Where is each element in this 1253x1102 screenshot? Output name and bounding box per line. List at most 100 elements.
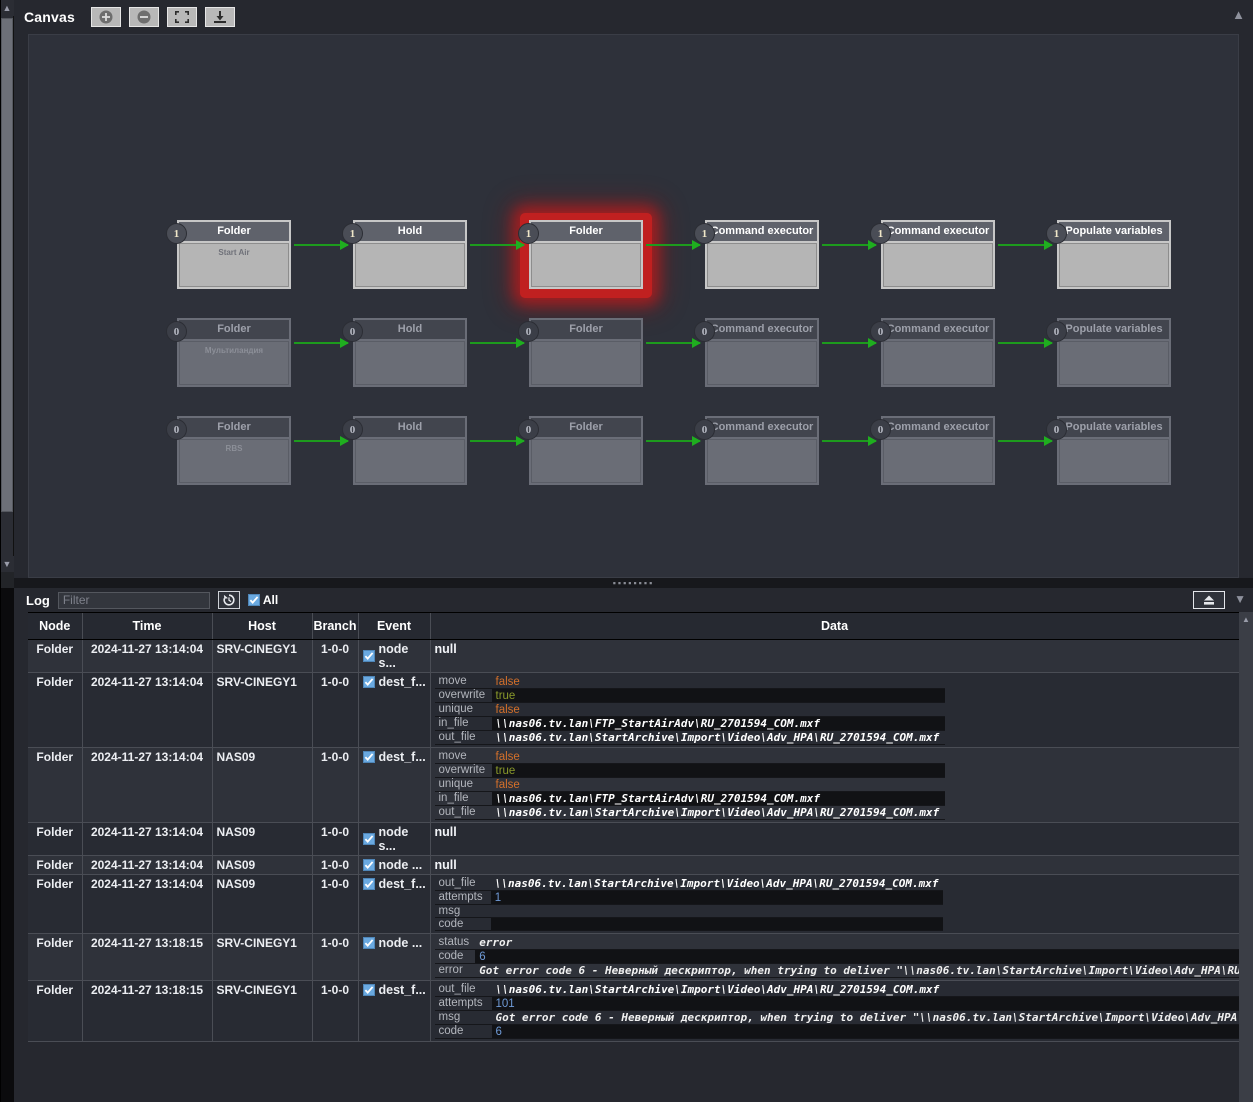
checkbox-checked-icon[interactable] — [247, 594, 260, 606]
canvas-node[interactable]: 0 Folder — [518, 416, 643, 485]
canvas-vertical-scrollbar[interactable]: ▲ ▼ — [0, 0, 14, 590]
checkbox-checked-icon[interactable] — [362, 983, 375, 996]
node-box[interactable]: Command executor — [705, 416, 819, 485]
table-row[interactable]: Folder 2024-11-27 13:14:04 NAS09 1-0-0 node … — [28, 855, 1240, 875]
cell-event[interactable]: node ... — [358, 855, 431, 875]
canvas-node[interactable]: 1 Command executor — [870, 220, 995, 289]
node-box[interactable]: Folder Start Air — [177, 220, 291, 289]
node-body[interactable] — [707, 243, 817, 287]
node-body[interactable]: RBS — [179, 439, 289, 483]
checkbox-checked-icon[interactable] — [362, 649, 375, 662]
node-body[interactable]: Start Air — [179, 243, 289, 287]
canvas-node[interactable]: 0 Command executor — [870, 318, 995, 387]
node-body[interactable] — [355, 341, 465, 385]
table-row[interactable]: Folder 2024-11-27 13:14:04 SRV-CINEGY1 1-0-… — [28, 639, 1240, 673]
node-body[interactable] — [531, 439, 641, 483]
cell-event[interactable]: dest_f... — [358, 747, 431, 823]
column-header-data[interactable]: Data — [430, 613, 1240, 640]
canvas-node[interactable]: 0 Folder RBS — [166, 416, 291, 485]
canvas-node[interactable]: 0 Populate variables — [1046, 318, 1171, 387]
cell-event[interactable]: node s... — [358, 639, 431, 673]
cell-event[interactable]: node ... — [358, 933, 431, 981]
canvas-node[interactable]: 0 Command executor — [694, 318, 819, 387]
canvas-node[interactable]: 0 Folder — [518, 318, 643, 387]
cell-data[interactable]: move false overwrite true unique false in_file… — [430, 672, 1240, 748]
table-row[interactable]: Folder 2024-11-27 13:14:04 NAS09 1-0-0 dest_… — [28, 747, 1240, 823]
cell-event[interactable]: dest_f... — [358, 980, 431, 1042]
canvas-node[interactable]: 0 Folder Мультиландия — [166, 318, 291, 387]
cell-data[interactable]: move false overwrite true unique false in_file… — [430, 747, 1240, 823]
node-box[interactable]: Populate variables — [1057, 220, 1171, 289]
cell-event[interactable]: dest_f... — [358, 672, 431, 748]
node-body[interactable] — [1059, 341, 1169, 385]
download-icon[interactable] — [205, 7, 236, 27]
canvas-node[interactable]: 0 Hold — [342, 318, 467, 387]
node-box[interactable]: Command executor — [881, 220, 995, 289]
column-header-event[interactable]: Event — [358, 613, 431, 640]
node-box[interactable]: Populate variables — [1057, 318, 1171, 387]
canvas-node[interactable]: 0 Command executor — [694, 416, 819, 485]
table-row[interactable]: Folder 2024-11-27 13:14:04 SRV-CINEGY1 1-0-… — [28, 672, 1240, 748]
canvas-node-selected[interactable]: 1 Folder — [518, 213, 652, 298]
node-body[interactable] — [355, 243, 465, 287]
fit-to-screen-icon[interactable] — [167, 7, 198, 27]
log-vertical-scrollbar[interactable]: ▲ — [1239, 612, 1253, 1102]
canvas-node[interactable]: 0 Populate variables — [1046, 416, 1171, 485]
cell-event[interactable]: node s... — [358, 822, 431, 856]
node-box[interactable]: Hold — [353, 416, 467, 485]
checkbox-checked-icon[interactable] — [362, 750, 375, 763]
table-row[interactable]: Folder 2024-11-27 13:18:15 SRV-CINEGY1 1-0-… — [28, 933, 1253, 981]
log-collapse-icon[interactable]: ▼ — [1234, 593, 1246, 605]
log-filter-input[interactable] — [57, 591, 210, 609]
node-box[interactable]: Hold — [353, 220, 467, 289]
canvas-node[interactable]: 1 Hold — [342, 220, 467, 289]
cell-data[interactable]: null — [430, 855, 1240, 875]
node-body[interactable] — [531, 243, 641, 287]
column-header-branch[interactable]: Branch — [312, 613, 359, 640]
node-body[interactable] — [883, 439, 993, 483]
node-box[interactable]: Folder — [529, 416, 643, 485]
cell-event[interactable]: dest_f... — [358, 874, 431, 934]
node-body[interactable] — [707, 439, 817, 483]
node-box[interactable]: Command executor — [881, 416, 995, 485]
checkbox-checked-icon[interactable] — [362, 936, 375, 949]
checkbox-checked-icon[interactable] — [362, 675, 375, 688]
log-table-container[interactable]: Node Time Host Branch Event Data Folder 2… — [28, 612, 1253, 1102]
node-body[interactable] — [1059, 439, 1169, 483]
zoom-out-icon[interactable] — [129, 7, 160, 27]
node-body[interactable] — [707, 341, 817, 385]
canvas-node[interactable]: 0 Command executor — [870, 416, 995, 485]
scroll-up-arrow[interactable]: ▲ — [0, 0, 14, 16]
cell-data[interactable]: out_file \\nas06.tv.lan\StartArchive\Impo… — [430, 980, 1253, 1042]
panel-splitter[interactable]: ▪▪▪▪▪▪▪▪ — [14, 578, 1253, 588]
node-body[interactable]: Мультиландия — [179, 341, 289, 385]
checkbox-checked-icon[interactable] — [362, 858, 375, 871]
column-header-host[interactable]: Host — [212, 613, 313, 640]
node-box[interactable]: Hold — [353, 318, 467, 387]
canvas-node[interactable]: 1 Command executor — [694, 220, 819, 289]
cell-data[interactable]: out_file \\nas06.tv.lan\StartArchive\Impo… — [430, 874, 1240, 934]
node-body[interactable] — [1059, 243, 1169, 287]
canvas-collapse-icon[interactable]: ▲ — [1232, 8, 1245, 21]
canvas-area[interactable]: 1 Folder Start Air 1 Hold 1 Folder 1 Com… — [28, 34, 1239, 578]
node-body[interactable] — [883, 341, 993, 385]
log-scroll-up-arrow[interactable]: ▲ — [1239, 612, 1253, 626]
node-box[interactable]: Folder — [529, 220, 643, 289]
node-body[interactable] — [883, 243, 993, 287]
checkbox-checked-icon[interactable] — [362, 877, 375, 890]
column-header-node[interactable]: Node — [28, 613, 83, 640]
log-all-checkbox[interactable]: All — [247, 593, 278, 607]
node-box[interactable]: Folder — [529, 318, 643, 387]
node-box[interactable]: Command executor — [705, 318, 819, 387]
zoom-in-icon[interactable] — [91, 7, 122, 27]
cell-data[interactable]: null — [430, 822, 1240, 856]
node-box[interactable]: Folder Мультиландия — [177, 318, 291, 387]
cell-data[interactable]: null — [430, 639, 1240, 673]
scroll-down-arrow[interactable]: ▼ — [0, 556, 14, 572]
column-header-time[interactable]: Time — [82, 613, 213, 640]
table-row[interactable]: Folder 2024-11-27 13:14:04 NAS09 1-0-0 node … — [28, 822, 1240, 856]
table-row[interactable]: Folder 2024-11-27 13:14:04 NAS09 1-0-0 dest_… — [28, 874, 1240, 934]
scroll-thumb[interactable] — [1, 18, 13, 512]
node-body[interactable] — [355, 439, 465, 483]
canvas-node[interactable]: 1 Folder Start Air — [166, 220, 291, 289]
